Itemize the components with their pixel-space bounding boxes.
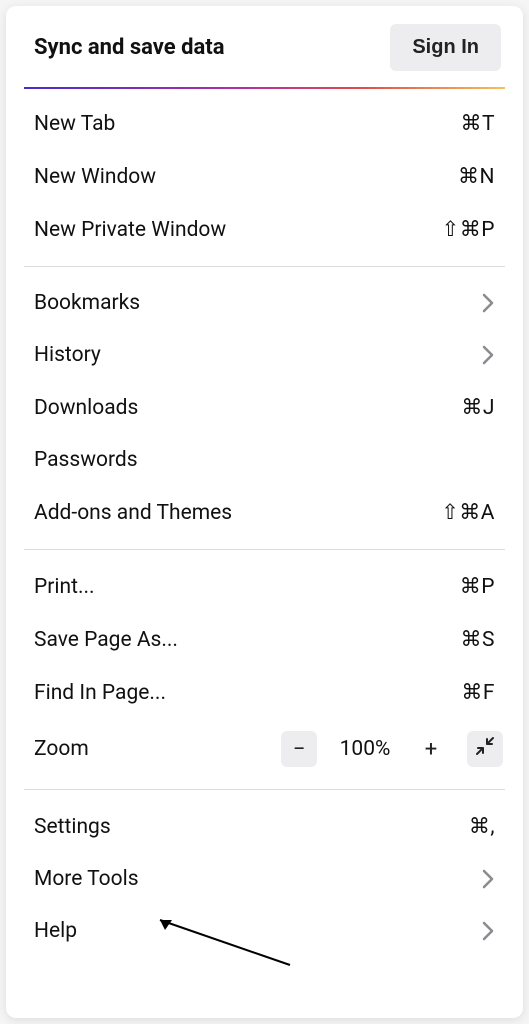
sync-title: Sync and save data — [34, 35, 224, 60]
menu-item-label: New Window — [34, 165, 458, 189]
divider — [24, 266, 505, 267]
zoom-value: 100% — [335, 737, 395, 761]
menu-help[interactable]: Help — [6, 905, 523, 957]
group-new: New Tab ⌘T New Window ⌘N New Private Win… — [6, 89, 523, 264]
menu-item-label: Print... — [34, 575, 460, 599]
divider — [24, 789, 505, 790]
chevron-right-icon — [481, 868, 495, 890]
shortcut: ⌘, — [469, 814, 495, 839]
menu-item-label: Help — [34, 919, 481, 943]
chevron-right-icon — [481, 292, 495, 314]
menu-settings[interactable]: Settings ⌘, — [6, 800, 523, 853]
zoom-controls: − 100% + — [281, 731, 503, 767]
shortcut: ⌘F — [461, 680, 495, 705]
sign-in-button[interactable]: Sign In — [390, 24, 501, 71]
menu-item-label: Settings — [34, 815, 469, 839]
group-settings: Settings ⌘, More Tools Help — [6, 792, 523, 965]
shortcut: ⌘P — [460, 574, 495, 599]
divider — [24, 549, 505, 550]
chevron-right-icon — [481, 920, 495, 942]
menu-zoom: Zoom − 100% + — [6, 719, 523, 779]
menu-item-label: Find In Page... — [34, 681, 461, 705]
menu-bookmarks[interactable]: Bookmarks — [6, 277, 523, 329]
shortcut: ⌘J — [461, 395, 495, 420]
menu-new-window[interactable]: New Window ⌘N — [6, 150, 523, 203]
zoom-out-button[interactable]: − — [281, 731, 317, 767]
fullscreen-button[interactable] — [467, 731, 503, 767]
menu-header: Sync and save data Sign In — [6, 6, 523, 87]
app-menu: Sync and save data Sign In New Tab ⌘T Ne… — [6, 6, 523, 1018]
menu-passwords[interactable]: Passwords — [6, 434, 523, 486]
menu-item-label: Downloads — [34, 396, 461, 420]
zoom-label: Zoom — [34, 737, 281, 761]
menu-new-private-window[interactable]: New Private Window ⇧⌘P — [6, 203, 523, 256]
shortcut: ⇧⌘A — [441, 500, 495, 525]
menu-more-tools[interactable]: More Tools — [6, 853, 523, 905]
menu-item-label: Save Page As... — [34, 628, 461, 652]
menu-downloads[interactable]: Downloads ⌘J — [6, 381, 523, 434]
menu-save-page-as[interactable]: Save Page As... ⌘S — [6, 613, 523, 666]
menu-item-label: More Tools — [34, 867, 481, 891]
plus-icon: + — [425, 737, 437, 762]
group-page: Print... ⌘P Save Page As... ⌘S Find In P… — [6, 552, 523, 787]
fullscreen-exit-icon — [475, 736, 495, 762]
menu-new-tab[interactable]: New Tab ⌘T — [6, 97, 523, 150]
minus-icon: − — [293, 737, 306, 762]
shortcut: ⇧⌘P — [442, 217, 495, 242]
shortcut: ⌘T — [460, 111, 495, 136]
chevron-right-icon — [481, 344, 495, 366]
shortcut: ⌘N — [458, 164, 495, 189]
menu-history[interactable]: History — [6, 329, 523, 381]
menu-find-in-page[interactable]: Find In Page... ⌘F — [6, 666, 523, 719]
menu-item-label: Passwords — [34, 448, 495, 472]
shortcut: ⌘S — [461, 627, 495, 652]
menu-print[interactable]: Print... ⌘P — [6, 560, 523, 613]
menu-item-label: Bookmarks — [34, 291, 481, 315]
menu-item-label: New Tab — [34, 112, 460, 136]
menu-item-label: Add-ons and Themes — [34, 501, 441, 525]
zoom-in-button[interactable]: + — [413, 731, 449, 767]
menu-item-label: New Private Window — [34, 218, 442, 242]
menu-addons-themes[interactable]: Add-ons and Themes ⇧⌘A — [6, 486, 523, 539]
group-library: Bookmarks History Downloads ⌘J Passwords… — [6, 269, 523, 547]
menu-item-label: History — [34, 343, 481, 367]
